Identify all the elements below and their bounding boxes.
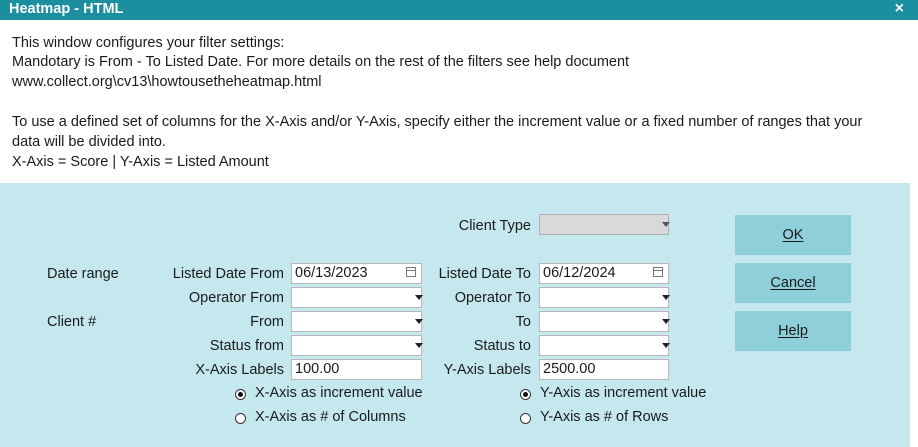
- date-range-label: Date range: [47, 266, 119, 282]
- x-axis-labels-input[interactable]: 100.00: [291, 359, 422, 380]
- info-panel: This window configures your filter setti…: [0, 20, 910, 183]
- listed-date-to-input[interactable]: 06/12/2024: [539, 263, 669, 284]
- x-columns-label[interactable]: X-Axis as # of Columns: [255, 409, 406, 425]
- close-icon[interactable]: ×: [895, 0, 904, 18]
- info-line-6: X-Axis = Score | Y-Axis = Listed Amount: [12, 154, 269, 170]
- help-button[interactable]: Help: [735, 311, 851, 351]
- y-rows-radio[interactable]: [520, 413, 531, 424]
- x-increment-radio[interactable]: [235, 389, 246, 400]
- client-from-label: From: [250, 314, 284, 330]
- status-to-label: Status to: [473, 338, 531, 354]
- info-line-1: This window configures your filter setti…: [12, 35, 285, 51]
- cancel-button[interactable]: Cancel: [735, 263, 851, 303]
- y-increment-radio[interactable]: [520, 389, 531, 400]
- info-line-2: Mandotary is From - To Listed Date. For …: [12, 54, 630, 70]
- client-number-label: Client #: [47, 314, 97, 330]
- listed-date-to-value: 06/12/2024: [543, 265, 616, 281]
- y-increment-label[interactable]: Y-Axis as increment value: [540, 385, 706, 401]
- ok-button[interactable]: OK: [735, 215, 851, 255]
- operator-to-label: Operator To: [454, 290, 531, 306]
- listed-date-from-value: 06/13/2023: [295, 265, 368, 281]
- info-line-4: To use a defined set of columns for the …: [12, 114, 863, 130]
- client-type-label: Client Type: [458, 218, 531, 234]
- operator-to-select[interactable]: [539, 287, 670, 308]
- status-from-select[interactable]: [291, 335, 423, 356]
- listed-date-to-label: Listed Date To: [438, 266, 531, 282]
- operator-from-select[interactable]: [291, 287, 423, 308]
- x-axis-labels-value: 100.00: [295, 361, 340, 377]
- y-axis-labels-label: Y-Axis Labels: [443, 362, 531, 378]
- info-line-5: data will be divided into.: [12, 134, 166, 150]
- calendar-icon[interactable]: [406, 267, 416, 277]
- client-to-label: To: [515, 314, 531, 330]
- window-title: Heatmap - HTML: [9, 1, 124, 17]
- title-bar: Heatmap - HTML ×: [0, 0, 918, 20]
- listed-date-from-label: Listed Date From: [172, 266, 284, 282]
- y-rows-label[interactable]: Y-Axis as # of Rows: [540, 409, 668, 425]
- x-increment-label[interactable]: X-Axis as increment value: [255, 385, 423, 401]
- calendar-icon[interactable]: [653, 267, 663, 277]
- client-to-select[interactable]: [539, 311, 670, 332]
- x-columns-radio[interactable]: [235, 413, 246, 424]
- status-to-select[interactable]: [539, 335, 670, 356]
- scrollbar[interactable]: [910, 20, 918, 447]
- status-from-label: Status from: [209, 338, 284, 354]
- client-type-select[interactable]: [539, 214, 670, 235]
- y-axis-labels-value: 2500.00: [543, 361, 596, 377]
- info-line-3: www.collect.org\cv13\howtousetheheatmap.…: [12, 74, 322, 90]
- listed-date-from-input[interactable]: 06/13/2023: [291, 263, 422, 284]
- x-axis-labels-label: X-Axis Labels: [195, 362, 284, 378]
- y-axis-labels-input[interactable]: 2500.00: [539, 359, 669, 380]
- client-from-select[interactable]: [291, 311, 423, 332]
- operator-from-label: Operator From: [188, 290, 284, 306]
